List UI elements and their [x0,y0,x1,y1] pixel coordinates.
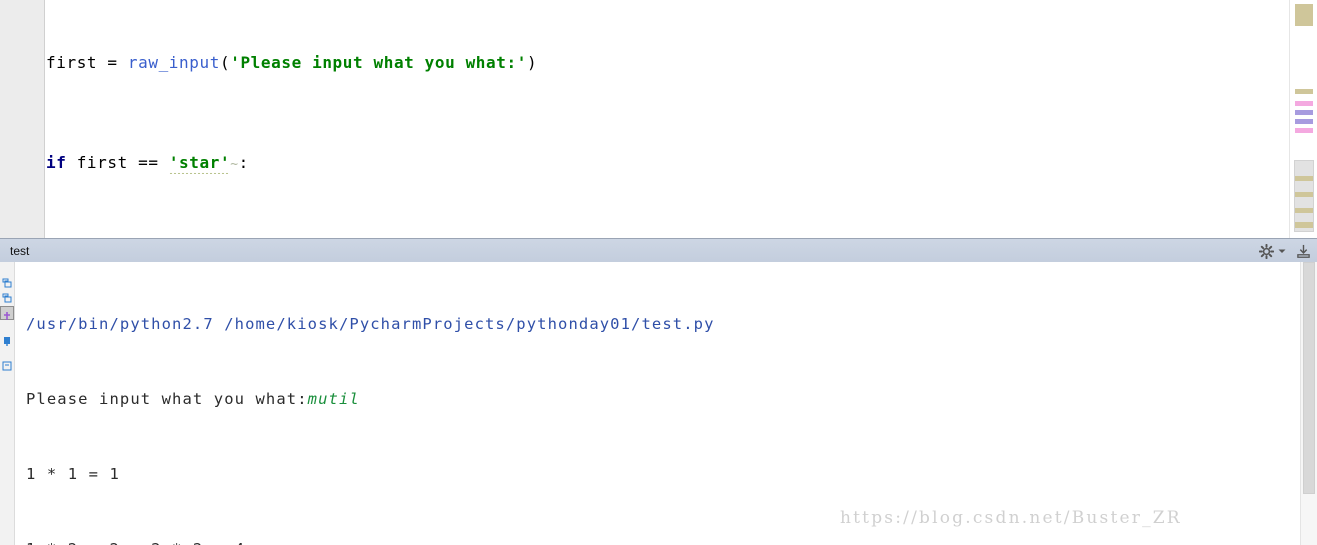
run-console-header: test [0,238,1317,264]
rerun-icon[interactable] [1,274,13,288]
console-text-area[interactable]: /usr/bin/python2.7 /home/kiosk/PycharmPr… [26,262,1306,545]
marker-error-pink-2[interactable] [1295,128,1313,133]
code-line-1: first = raw_input('Please input what you… [46,50,1290,75]
console-header-toolbar [1259,241,1311,261]
console-command-line: /usr/bin/python2.7 /home/kiosk/PycharmPr… [26,315,715,333]
tab-test[interactable]: test [4,242,35,260]
run-console-output[interactable]: /usr/bin/python2.7 /home/kiosk/PycharmPr… [0,262,1317,545]
marker-warning-3[interactable] [1295,192,1313,197]
code-token-first: first [46,53,98,72]
code-token-raw-input: raw_input [127,53,220,72]
console-scroll-thumb[interactable] [1303,262,1315,494]
code-token-prompt-string: 'Please input what you what:' [230,53,527,72]
code-token-tilde-2: ~ [230,157,239,172]
code-token-colon-2: : [238,153,249,172]
code-editor-pane[interactable]: first = raw_input('Please input what you… [0,0,1317,238]
gear-icon[interactable] [1259,243,1274,259]
console-scrollbar[interactable] [1300,262,1317,545]
marker-warning-4[interactable] [1295,208,1313,213]
console-output-line: 1 * 1 = 1 [26,465,120,483]
code-token-if: if [46,153,67,172]
marker-warning-1[interactable] [1295,89,1313,94]
code-token-assign: = [97,53,128,72]
chevron-down-icon[interactable] [1278,247,1286,255]
editor-marker-scrollbar[interactable] [1289,0,1317,238]
code-token-cmp-2: == [127,153,169,172]
console-user-input: mutil [307,390,360,408]
code-token-lparen: ( [219,53,231,72]
pycharm-window: first = raw_input('Please input what you… [0,0,1317,545]
console-prompt-line: Please input what you what:mutil [26,387,1306,412]
editor-line-gutter[interactable] [0,0,45,238]
export-to-file-icon[interactable] [1296,244,1311,259]
code-token-first-2: first [76,153,128,172]
marker-warning-2[interactable] [1295,176,1313,181]
code-token-rparen: ) [526,53,538,72]
code-token-string-star: 'star' [168,153,231,172]
marker-error-pink-1[interactable] [1295,101,1313,106]
console-prompt-label: Please input what you what: [26,390,308,408]
marker-scroll-thumb-top[interactable] [1295,4,1313,26]
console-side-toolbar[interactable] [0,262,15,545]
marker-warning-5[interactable] [1295,222,1313,228]
print-icon[interactable] [1,357,13,371]
stop-icon[interactable] [0,306,14,320]
marker-error-purple-2[interactable] [1295,119,1313,124]
pin-tab-icon[interactable] [1,332,13,346]
code-line-2: if first == 'star'~: [46,150,1290,175]
rerun-failed-icon[interactable] [1,289,13,303]
console-output-line: 1 * 2 = 2 2 * 2 = 4 [26,537,1306,545]
marker-error-purple-1[interactable] [1295,110,1313,115]
editor-code-area[interactable]: first = raw_input('Please input what you… [46,0,1290,238]
